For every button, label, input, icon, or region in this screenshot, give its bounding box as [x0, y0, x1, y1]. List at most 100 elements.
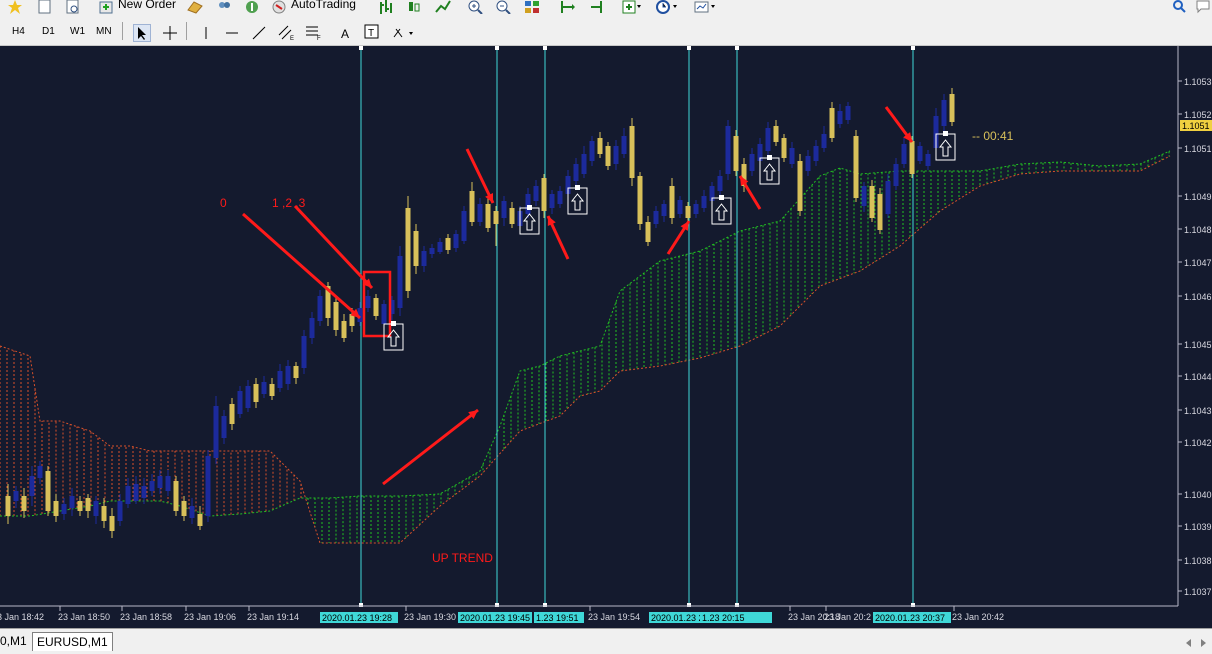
candle-body: [525, 194, 531, 214]
chat-icon[interactable]: [1196, 0, 1212, 14]
new-order-icon[interactable]: [99, 0, 115, 14]
tab-previous[interactable]: 0,M1: [0, 632, 31, 650]
price-tick-label: 1.1044: [1184, 372, 1212, 382]
magnifier-page-icon[interactable]: [66, 0, 82, 14]
candle-body: [501, 201, 507, 218]
price-tick-label: 1.1046: [1184, 292, 1212, 302]
svg-text:F: F: [317, 36, 321, 41]
candle-body: [637, 176, 643, 224]
periods-icon[interactable]: [656, 0, 677, 14]
shapes-icon[interactable]: [392, 25, 413, 39]
fibonacci-icon[interactable]: F: [305, 25, 321, 42]
signals-icon[interactable]: [244, 0, 260, 14]
gold-bars-icon[interactable]: [187, 0, 203, 14]
buy-marker-anchor: [391, 321, 396, 326]
indicators-icon[interactable]: [622, 0, 641, 14]
tile-windows-icon[interactable]: [524, 0, 540, 14]
price-chart[interactable]: 2020.01.23 19:28 2020.01.23 19:45 1.23 19:…: [0, 46, 1212, 628]
vertical-line-icon[interactable]: [198, 25, 214, 39]
time-tick-label: 23 Jan 18:42: [0, 612, 44, 622]
star-icon[interactable]: [8, 0, 24, 14]
candle-body: [309, 318, 315, 338]
search-icon[interactable]: [1172, 0, 1188, 14]
candle-body: [597, 138, 603, 154]
vertical-line-handle: [543, 46, 547, 50]
chart-shift-icon[interactable]: [588, 0, 604, 14]
annotation-sequence: 1 ,2 ,3: [272, 196, 306, 210]
trendline-icon[interactable]: [251, 25, 267, 40]
users-icon[interactable]: [216, 0, 232, 14]
candle-body: [373, 298, 379, 316]
new-order-button[interactable]: New Order: [118, 0, 176, 12]
tab-eurusd-m1[interactable]: EURUSD,M1: [32, 632, 113, 651]
candle-body: [149, 481, 155, 491]
candle-body: [141, 486, 147, 498]
candle-body: [429, 248, 435, 254]
red-annotation-arrow: [382, 408, 479, 486]
horizontal-line-icon[interactable]: [224, 25, 240, 39]
candle-body: [813, 146, 819, 161]
vline-time-label: 2020.01.23 19:45: [460, 613, 530, 623]
current-price-label: 1.1051: [1182, 121, 1210, 131]
zoom-in-icon[interactable]: [468, 0, 484, 15]
buy-marker-anchor: [527, 205, 532, 210]
drawing-toolbar: H4 D1 W1 MN E F A T: [0, 17, 1212, 46]
candle-body: [685, 206, 691, 218]
time-tick-label: 23 Jan 18:58: [120, 612, 172, 622]
candle-body: [221, 416, 227, 438]
label-tool-icon[interactable]: T: [364, 24, 380, 39]
toolbar-divider: [122, 22, 123, 40]
candle-body: [181, 501, 187, 516]
timeframe-h4[interactable]: H4: [12, 26, 25, 37]
bar-chart-icon[interactable]: [378, 0, 394, 14]
main-toolbar: New Order AutoTrading: [0, 0, 1212, 17]
candle-body: [877, 194, 883, 230]
candle-body: [669, 186, 675, 218]
autotrading-icon[interactable]: [271, 0, 287, 14]
templates-icon[interactable]: [694, 0, 715, 14]
timeframe-w1[interactable]: W1: [70, 26, 85, 37]
candle-body: [61, 504, 67, 514]
candle-body: [805, 156, 811, 171]
vline-time-label: 2020.01.23 20:37: [875, 613, 945, 623]
candle-body: [485, 204, 491, 228]
candle-body: [621, 136, 627, 154]
timeframe-mn[interactable]: MN: [96, 26, 112, 37]
price-tick-label: 1.1042: [1184, 438, 1212, 448]
scroll-right-icon[interactable]: [1198, 635, 1212, 649]
candle-body: [677, 200, 683, 214]
candle-body: [37, 466, 43, 478]
candle-body: [85, 498, 91, 511]
toolbar-divider: [186, 22, 187, 40]
page-icon[interactable]: [38, 0, 54, 14]
zoom-out-icon[interactable]: [496, 0, 512, 15]
candle-body: [285, 366, 291, 384]
timeframe-d1[interactable]: D1: [42, 26, 55, 37]
candle-body: [165, 476, 171, 491]
autotrading-button[interactable]: AutoTrading: [291, 0, 356, 12]
candle-body: [301, 336, 307, 368]
candle-body: [765, 128, 771, 151]
senkou-span-a: [0, 150, 1171, 517]
candle-body: [197, 514, 203, 526]
price-tick-label: 1.1040: [1184, 490, 1212, 500]
text-tool-icon[interactable]: A: [338, 25, 354, 41]
cursor-icon[interactable]: [133, 24, 151, 42]
candle-body: [229, 404, 235, 424]
vertical-line-handle: [359, 46, 363, 50]
annotation-uptrend: UP TREND: [432, 551, 493, 565]
crosshair-icon[interactable]: [162, 25, 178, 40]
candle-body: [573, 164, 579, 181]
time-tick-label: 23 Jan 19:06: [184, 612, 236, 622]
price-tick-label: 1.1038: [1184, 556, 1212, 566]
price-tick-label: 1.1039: [1184, 522, 1212, 532]
candle-body: [117, 501, 123, 521]
candle-body: [477, 204, 483, 222]
svg-text:T: T: [368, 28, 374, 39]
equidistant-channel-icon[interactable]: E: [278, 25, 294, 42]
scroll-chart-icon[interactable]: [560, 0, 576, 14]
svg-text:E: E: [290, 36, 294, 41]
candles-icon[interactable]: [406, 0, 422, 14]
line-chart-icon[interactable]: [435, 0, 451, 14]
buy-marker-anchor: [767, 155, 772, 160]
